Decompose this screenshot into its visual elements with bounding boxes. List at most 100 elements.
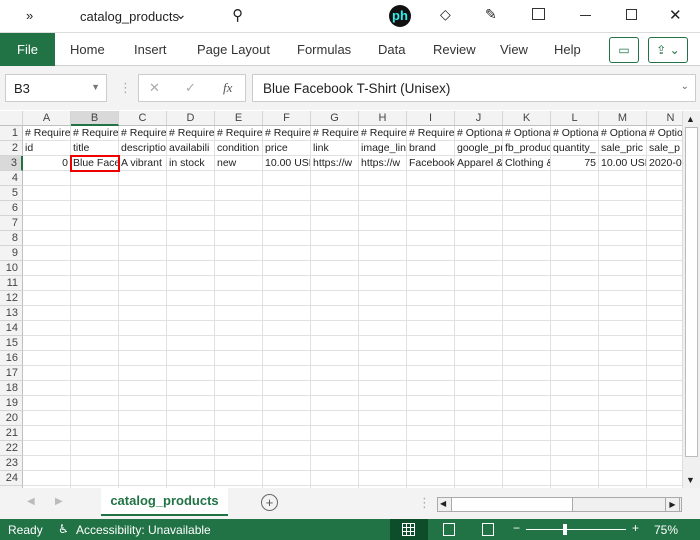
cell-a3[interactable]: 0 bbox=[23, 156, 71, 171]
cell-i3[interactable]: Facebook bbox=[407, 156, 455, 171]
cell-j23[interactable] bbox=[455, 456, 503, 471]
row-header-6[interactable]: 6 bbox=[0, 201, 23, 216]
cell-f9[interactable] bbox=[263, 246, 311, 261]
close-icon[interactable]: ✕ bbox=[669, 6, 682, 24]
cell-e24[interactable] bbox=[215, 471, 263, 486]
cell-k12[interactable] bbox=[503, 291, 551, 306]
cell-a9[interactable] bbox=[23, 246, 71, 261]
cell-j20[interactable] bbox=[455, 411, 503, 426]
row-header-22[interactable]: 22 bbox=[0, 441, 23, 456]
cell-i8[interactable] bbox=[407, 231, 455, 246]
cell-h23[interactable] bbox=[359, 456, 407, 471]
cell-h14[interactable] bbox=[359, 321, 407, 336]
cell-b24[interactable] bbox=[71, 471, 119, 486]
row-header-9[interactable]: 9 bbox=[0, 246, 23, 261]
name-box[interactable]: B3 ▼ bbox=[5, 74, 107, 102]
cell-i23[interactable] bbox=[407, 456, 455, 471]
spreadsheet-grid[interactable]: A B C D E F G H I J K L M N 1 # Require # Require # Requi… bbox=[0, 111, 682, 488]
row-header-5[interactable]: 5 bbox=[0, 186, 23, 201]
cell-d4[interactable] bbox=[167, 171, 215, 186]
cell-n8[interactable] bbox=[647, 231, 682, 246]
cell-d5[interactable] bbox=[167, 186, 215, 201]
row-header-15[interactable]: 15 bbox=[0, 336, 23, 351]
cell-g3[interactable]: https://w bbox=[311, 156, 359, 171]
cell-k6[interactable] bbox=[503, 201, 551, 216]
cell-e7[interactable] bbox=[215, 216, 263, 231]
cell-a7[interactable] bbox=[23, 216, 71, 231]
cell-i19[interactable] bbox=[407, 396, 455, 411]
cell-n12[interactable] bbox=[647, 291, 682, 306]
cell-n10[interactable] bbox=[647, 261, 682, 276]
cell-f13[interactable] bbox=[263, 306, 311, 321]
column-header-f[interactable]: F bbox=[263, 111, 311, 126]
cell-m1[interactable]: # Optiona bbox=[599, 126, 647, 141]
cell-c24[interactable] bbox=[119, 471, 167, 486]
cell-h5[interactable] bbox=[359, 186, 407, 201]
cell-h18[interactable] bbox=[359, 381, 407, 396]
cell-k19[interactable] bbox=[503, 396, 551, 411]
cell-e12[interactable] bbox=[215, 291, 263, 306]
cell-c15[interactable] bbox=[119, 336, 167, 351]
tab-data[interactable]: Data bbox=[378, 42, 405, 57]
cell-f23[interactable] bbox=[263, 456, 311, 471]
cell-l5[interactable] bbox=[551, 186, 599, 201]
cell-m17[interactable] bbox=[599, 366, 647, 381]
cell-j2[interactable]: google_pr bbox=[455, 141, 503, 156]
row-header-1[interactable]: 1 bbox=[0, 126, 23, 141]
cell-e10[interactable] bbox=[215, 261, 263, 276]
cell-n17[interactable] bbox=[647, 366, 682, 381]
cell-b6[interactable] bbox=[71, 201, 119, 216]
row-header-4[interactable]: 4 bbox=[0, 171, 23, 186]
cell-h10[interactable] bbox=[359, 261, 407, 276]
cell-b9[interactable] bbox=[71, 246, 119, 261]
cell-i9[interactable] bbox=[407, 246, 455, 261]
cell-m15[interactable] bbox=[599, 336, 647, 351]
cell-h12[interactable] bbox=[359, 291, 407, 306]
cell-f18[interactable] bbox=[263, 381, 311, 396]
cell-a14[interactable] bbox=[23, 321, 71, 336]
cell-g1[interactable]: # Require bbox=[311, 126, 359, 141]
cell-n24[interactable] bbox=[647, 471, 682, 486]
normal-view-button[interactable] bbox=[390, 519, 428, 540]
cell-e23[interactable] bbox=[215, 456, 263, 471]
cell-m8[interactable] bbox=[599, 231, 647, 246]
cell-b10[interactable] bbox=[71, 261, 119, 276]
cell-j8[interactable] bbox=[455, 231, 503, 246]
zoom-slider-thumb[interactable] bbox=[563, 524, 567, 535]
cell-e17[interactable] bbox=[215, 366, 263, 381]
cell-n21[interactable] bbox=[647, 426, 682, 441]
cell-k16[interactable] bbox=[503, 351, 551, 366]
page-layout-view-icon[interactable] bbox=[443, 523, 455, 536]
cell-d18[interactable] bbox=[167, 381, 215, 396]
cell-g7[interactable] bbox=[311, 216, 359, 231]
cell-g16[interactable] bbox=[311, 351, 359, 366]
cell-m6[interactable] bbox=[599, 201, 647, 216]
cell-n15[interactable] bbox=[647, 336, 682, 351]
vertical-scrollbar[interactable]: ▲ ▼ bbox=[682, 111, 700, 488]
cell-g9[interactable] bbox=[311, 246, 359, 261]
cell-e16[interactable] bbox=[215, 351, 263, 366]
cell-d13[interactable] bbox=[167, 306, 215, 321]
cell-k11[interactable] bbox=[503, 276, 551, 291]
tab-file[interactable]: File bbox=[0, 33, 55, 66]
cell-b11[interactable] bbox=[71, 276, 119, 291]
cell-g14[interactable] bbox=[311, 321, 359, 336]
cell-a21[interactable] bbox=[23, 426, 71, 441]
cell-h2[interactable]: image_lin bbox=[359, 141, 407, 156]
cell-c17[interactable] bbox=[119, 366, 167, 381]
cell-m21[interactable] bbox=[599, 426, 647, 441]
cell-m19[interactable] bbox=[599, 396, 647, 411]
cell-b3[interactable]: Blue Face bbox=[71, 156, 119, 171]
cell-h6[interactable] bbox=[359, 201, 407, 216]
search-icon[interactable]: ⚲ bbox=[232, 6, 243, 24]
cell-j22[interactable] bbox=[455, 441, 503, 456]
file-name[interactable]: catalog_products bbox=[80, 9, 179, 24]
cell-h11[interactable] bbox=[359, 276, 407, 291]
cell-h1[interactable]: # Require bbox=[359, 126, 407, 141]
cell-k20[interactable] bbox=[503, 411, 551, 426]
cell-m3[interactable]: 10.00 USD bbox=[599, 156, 647, 171]
cell-k8[interactable] bbox=[503, 231, 551, 246]
cell-b20[interactable] bbox=[71, 411, 119, 426]
cell-j21[interactable] bbox=[455, 426, 503, 441]
cell-a22[interactable] bbox=[23, 441, 71, 456]
